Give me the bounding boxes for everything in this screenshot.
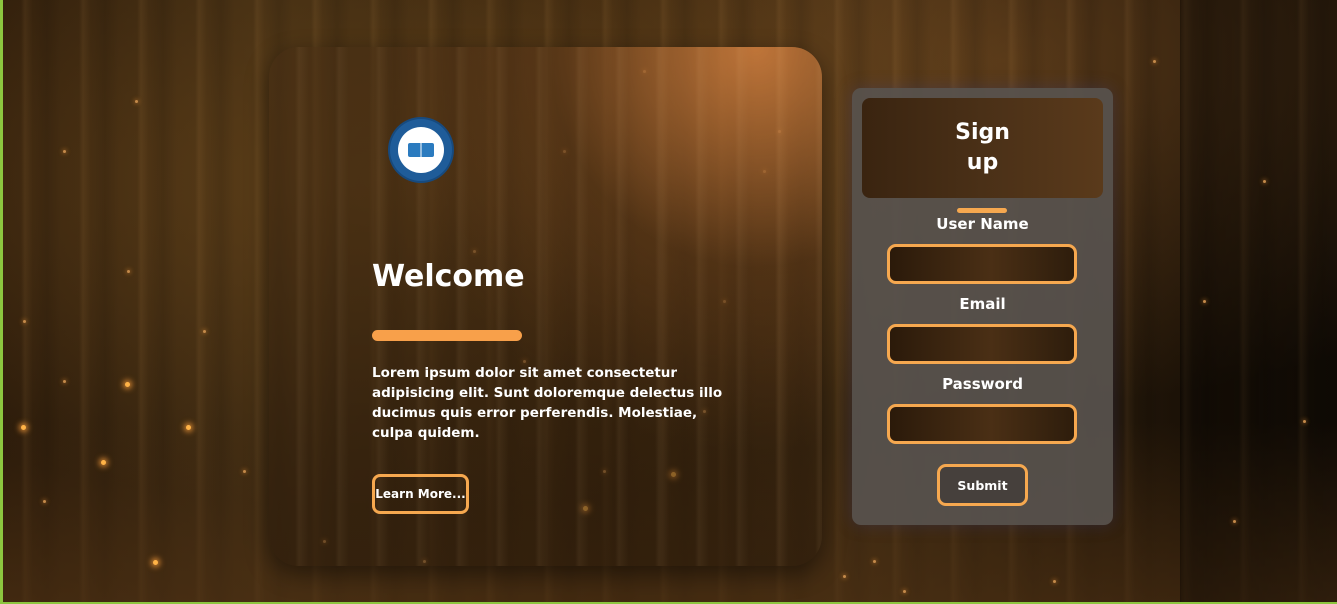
welcome-description: Lorem ipsum dolor sit amet consectetur a… (372, 365, 723, 441)
username-label: User Name (936, 215, 1029, 233)
welcome-card: Welcome Lorem ipsum dolor sit amet conse… (269, 47, 822, 566)
signup-form: Sign up User Name Email Password Submit (852, 88, 1113, 525)
sparkle (153, 560, 158, 565)
sparkle (125, 382, 130, 387)
logo-emblem (398, 127, 444, 173)
sparkle (43, 500, 46, 503)
background-right-shade (1180, 0, 1337, 602)
welcome-title: Welcome (372, 259, 525, 294)
email-label: Email (959, 295, 1006, 313)
password-input[interactable] (887, 404, 1077, 444)
academy-logo-icon (390, 119, 452, 181)
sparkle (127, 270, 130, 273)
sparkle (1263, 180, 1266, 183)
sparkle (135, 100, 138, 103)
sparkle (101, 460, 106, 465)
sparkle (203, 330, 206, 333)
signup-title: Sign up (955, 120, 1010, 175)
username-input[interactable] (887, 244, 1077, 284)
sparkle (843, 575, 846, 578)
sparkle (243, 470, 246, 473)
sparkle (873, 560, 876, 563)
sparkle (1203, 300, 1206, 303)
sparkle (23, 320, 26, 323)
signup-accent-bar (957, 208, 1007, 213)
sparkle (1233, 520, 1236, 523)
learn-more-button[interactable]: Learn More... (372, 474, 469, 514)
sparkle (186, 425, 191, 430)
sparkle (1303, 420, 1306, 423)
password-label: Password (942, 375, 1023, 393)
email-input[interactable] (887, 324, 1077, 364)
sparkle (63, 380, 66, 383)
submit-button[interactable]: Submit (937, 464, 1028, 506)
sparkle (1053, 580, 1056, 583)
sparkle (21, 425, 26, 430)
sparkle (1153, 60, 1156, 63)
book-icon (408, 143, 434, 157)
sparkle (903, 590, 906, 593)
signup-header: Sign up (862, 98, 1103, 198)
sparkle (63, 150, 66, 153)
welcome-accent-bar (372, 330, 522, 341)
